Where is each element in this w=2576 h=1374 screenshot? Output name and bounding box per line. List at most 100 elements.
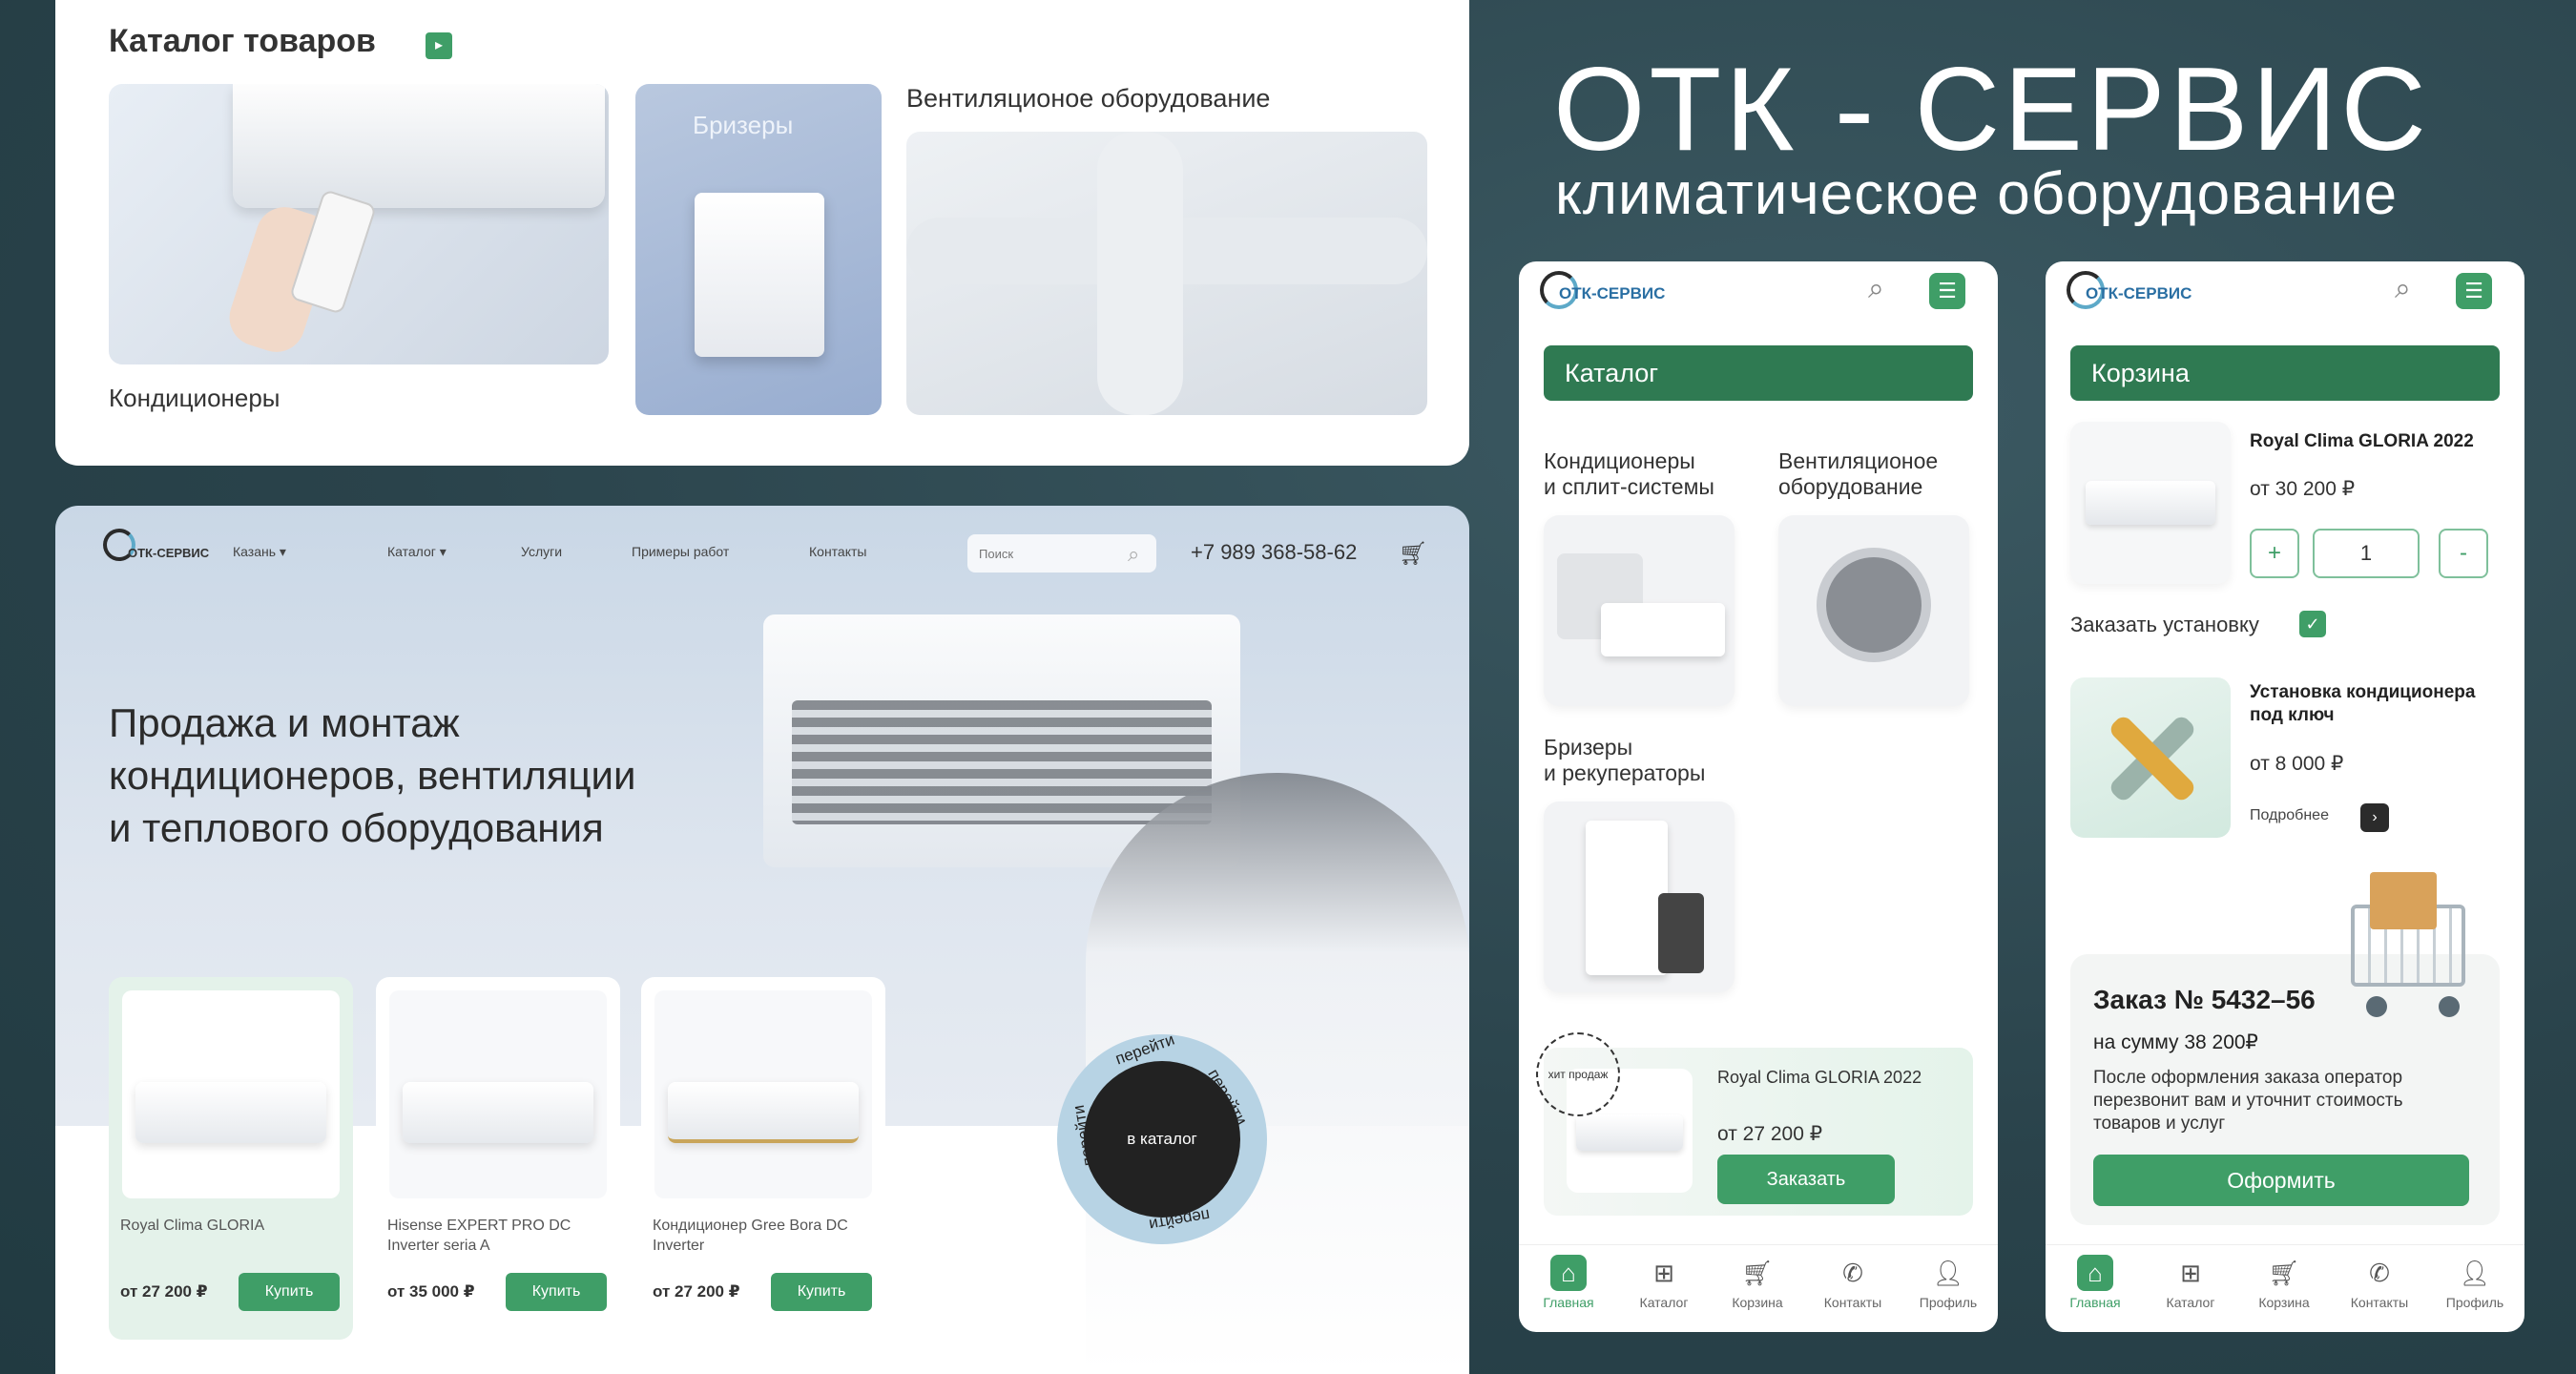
- product-name[interactable]: Royal Clima GLORIA: [120, 1216, 345, 1236]
- cart-wheel: [2366, 996, 2387, 1017]
- fan-icon: [1817, 548, 1931, 662]
- bottom-nav: ⌂ Главная ⊞ Каталог 🛒︎ Корзина ✆ Контакты 👤︎…: [2046, 1244, 2524, 1332]
- brand-title: ОТК - СЕРВИС: [1553, 44, 2430, 176]
- product-image: [389, 990, 607, 1198]
- nav-services[interactable]: Услуги: [521, 544, 562, 559]
- product-card[interactable]: Royal Clima GLORIA от 27 200 ₽ Купить: [109, 977, 353, 1340]
- nav-catalog[interactable]: ⊞ Каталог: [2143, 1255, 2238, 1310]
- nav-profile[interactable]: 👤︎ Профиль: [1901, 1255, 1996, 1310]
- buy-button[interactable]: Купить: [239, 1273, 340, 1311]
- mobile-catalog-screen: ОТК-СЕРВИС ⌕ ☰ Каталог Кондиционеры и сп…: [1519, 261, 1998, 1332]
- shopping-cart-illustration: [2332, 866, 2494, 1034]
- catalog-header: Каталог: [1544, 345, 1973, 401]
- nav-city[interactable]: Казань ▾: [233, 544, 286, 560]
- catalog-card: Каталог товаров ▸ Кондиционеры Бризеры В…: [55, 0, 1469, 466]
- cart-item-image: [2070, 422, 2231, 584]
- hero-headline-line: и теплового оборудования: [109, 805, 604, 850]
- category-tile-ventilation[interactable]: [1778, 515, 1969, 706]
- cart-wheel: [2439, 996, 2460, 1017]
- search-icon[interactable]: ⌕: [2395, 273, 2411, 305]
- category-label-conditioners[interactable]: Кондиционеры и сплит-системы: [1544, 448, 1714, 500]
- chevron-right-icon[interactable]: ›: [2360, 803, 2389, 832]
- nav-label: Профиль: [2445, 1295, 2504, 1310]
- promo-card[interactable]: хит продаж Royal Clima GLORIA 2022 от 27…: [1536, 1032, 1973, 1216]
- nav-label: Каталог: [1639, 1295, 1689, 1310]
- category-label-ventilation[interactable]: Вентиляционое оборудование: [906, 84, 1270, 114]
- category-label-breezers[interactable]: Бризеры и рекуператоры: [1544, 735, 1705, 786]
- ac-vent-grill: [792, 700, 1212, 824]
- hero-headline-line: Продажа и монтаж: [109, 700, 460, 745]
- recuperator-icon: [1586, 821, 1668, 975]
- qty-plus-button[interactable]: +: [2250, 529, 2299, 578]
- menu-icon[interactable]: ☰: [1929, 273, 1965, 309]
- bottom-nav: ⌂ Главная ⊞ Каталог 🛒︎ Корзина ✆ Контакты 👤︎…: [1519, 1244, 1998, 1332]
- mobile-logo[interactable]: ОТК-СЕРВИС: [1559, 284, 1665, 303]
- phone-icon: ✆: [1842, 1259, 1863, 1287]
- box-icon: [2370, 872, 2437, 929]
- duct-illustration: [1097, 132, 1183, 415]
- category-label-ventilation[interactable]: Вентиляционое оборудование: [1778, 448, 1938, 500]
- mobile-cart-screen: ОТК-СЕРВИС ⌕ ☰ Корзина Royal Clima GLORI…: [2046, 261, 2524, 1332]
- quantity-input[interactable]: [2313, 529, 2420, 578]
- landing-logo[interactable]: ОТК-СЕРВИС: [128, 546, 209, 560]
- category-label-breezers[interactable]: Бризеры: [693, 111, 793, 140]
- home-icon: ⌂: [2077, 1255, 2113, 1291]
- nav-label: Корзина: [2258, 1295, 2310, 1310]
- nav-cart[interactable]: 🛒︎ Корзина: [1710, 1255, 1805, 1310]
- nav-profile[interactable]: 👤︎ Профиль: [2427, 1255, 2523, 1310]
- ac-unit-icon: [1576, 1114, 1683, 1151]
- cart-header: Корзина: [2070, 345, 2500, 401]
- order-button[interactable]: Заказать: [1717, 1155, 1895, 1204]
- nav-catalog[interactable]: Каталог ▾: [387, 544, 447, 560]
- order-number: Заказ № 5432–56: [2093, 985, 2316, 1014]
- product-name[interactable]: Hisense EXPERT PRO DC Inverter seria A: [387, 1216, 613, 1256]
- nav-cart[interactable]: 🛒︎ Корзина: [2236, 1255, 2332, 1310]
- nav-catalog[interactable]: ⊞ Каталог: [1616, 1255, 1712, 1310]
- category-photo-ventilation[interactable]: [906, 132, 1427, 415]
- catalog-title: Каталог товаров: [109, 23, 376, 59]
- cart-icon[interactable]: 🛒︎: [1399, 540, 1427, 568]
- cart-item-name[interactable]: Royal Clima GLORIA 2022: [2250, 431, 2474, 452]
- nav-label: Профиль: [1919, 1295, 1978, 1310]
- ac-unit-icon: [403, 1082, 593, 1143]
- category-tile-conditioners[interactable]: [1544, 515, 1735, 706]
- product-name[interactable]: Кондиционер Gree Bora DC Inverter: [653, 1216, 878, 1256]
- install-checkbox[interactable]: ✓: [2299, 611, 2326, 637]
- nav-contacts[interactable]: ✆ Контакты: [1805, 1255, 1901, 1310]
- nav-contacts[interactable]: Контакты: [809, 544, 866, 559]
- product-card[interactable]: Hisense EXPERT PRO DC Inverter seria A о…: [376, 977, 620, 1340]
- mobile-logo[interactable]: ОТК-СЕРВИС: [2086, 284, 2192, 303]
- promo-name[interactable]: Royal Clima GLORIA 2022: [1717, 1067, 1946, 1088]
- search-icon[interactable]: ⌕: [1868, 273, 1884, 305]
- category-photo-conditioners[interactable]: [109, 84, 609, 364]
- cart-icon: 🛒︎: [1741, 1259, 1774, 1287]
- buy-button[interactable]: Купить: [771, 1273, 872, 1311]
- service-name[interactable]: Установка кондиционера под ключ: [2250, 681, 2507, 727]
- home-icon: ⌂: [1550, 1255, 1587, 1291]
- nav-home[interactable]: ⌂ Главная: [2047, 1255, 2143, 1310]
- ac-unit-icon: [668, 1082, 859, 1143]
- product-image: [654, 990, 872, 1198]
- category-label-line: Кондиционеры: [1544, 448, 1695, 473]
- nav-works[interactable]: Примеры работ: [632, 544, 729, 559]
- order-sum: на сумму 38 200₽: [2093, 1031, 2258, 1053]
- phone-number[interactable]: +7 989 368-58-62: [1191, 540, 1357, 565]
- nav-contacts[interactable]: ✆ Контакты: [2332, 1255, 2427, 1310]
- checkout-button[interactable]: Оформить: [2093, 1155, 2469, 1206]
- menu-icon[interactable]: ☰: [2456, 273, 2492, 309]
- hero-headline: Продажа и монтаж кондиционеров, вентиляц…: [109, 697, 796, 854]
- category-label-conditioners[interactable]: Кондиционеры: [109, 384, 280, 413]
- more-link[interactable]: Подробнее: [2250, 807, 2329, 824]
- breezer-illustration: [695, 193, 824, 357]
- nav-home[interactable]: ⌂ Главная: [1521, 1255, 1616, 1310]
- promo-price: от 27 200 ₽: [1717, 1123, 1823, 1145]
- arrow-icon[interactable]: ▸: [426, 32, 452, 59]
- catalog-badge-button[interactable]: в каталог: [1084, 1061, 1240, 1218]
- category-tile-breezers[interactable]: [1544, 802, 1735, 992]
- service-price: от 8 000 ₽: [2250, 753, 2344, 775]
- buy-button[interactable]: Купить: [506, 1273, 607, 1311]
- grid-icon: ⊞: [1653, 1259, 1674, 1287]
- qty-minus-button[interactable]: -: [2439, 529, 2488, 578]
- search-icon[interactable]: ⌕: [1128, 542, 1139, 567]
- product-card[interactable]: Кондиционер Gree Bora DC Inverter от 27 …: [641, 977, 885, 1340]
